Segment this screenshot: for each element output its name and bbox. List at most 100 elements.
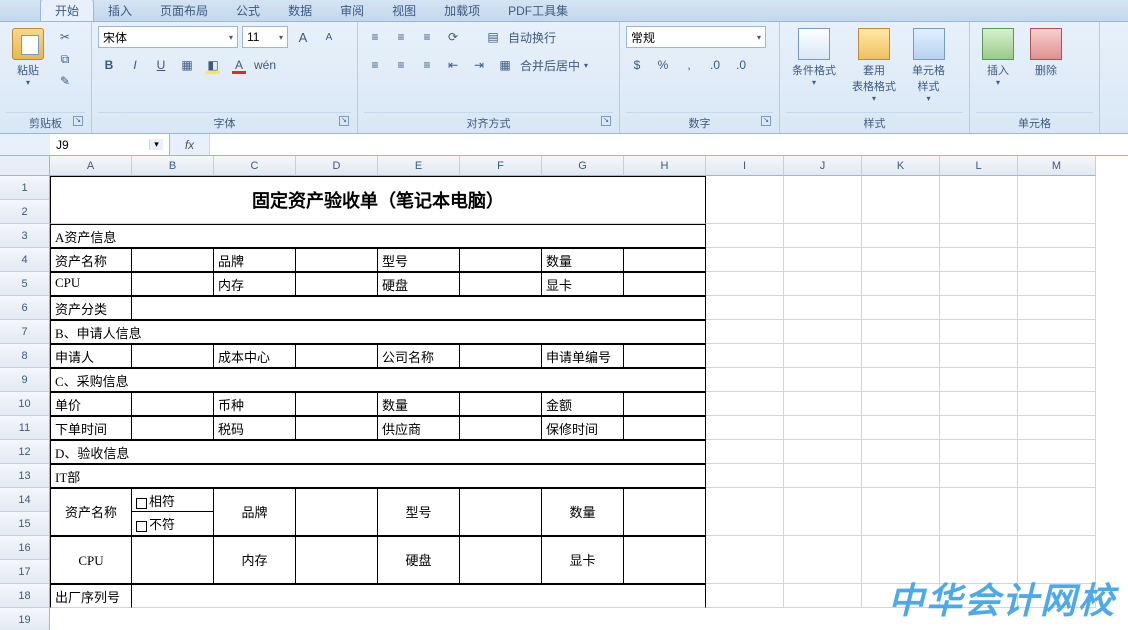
align-top-button[interactable]: ≡ bbox=[364, 26, 386, 48]
col-header-J[interactable]: J bbox=[784, 156, 862, 176]
cell[interactable] bbox=[940, 272, 1018, 296]
align-right-button[interactable]: ≡ bbox=[416, 54, 438, 76]
cell[interactable] bbox=[706, 464, 784, 488]
cell[interactable]: 申请单编号 bbox=[542, 344, 624, 368]
cell[interactable] bbox=[132, 248, 214, 272]
cell[interactable]: D、验收信息 bbox=[50, 440, 706, 464]
cell[interactable]: C、采购信息 bbox=[50, 368, 706, 392]
col-header-C[interactable]: C bbox=[214, 156, 296, 176]
decrease-indent-button[interactable]: ⇤ bbox=[442, 54, 464, 76]
cell[interactable] bbox=[784, 296, 862, 320]
cell[interactable] bbox=[706, 320, 784, 344]
dialog-launcher-icon[interactable]: ↘ bbox=[73, 116, 83, 126]
cell[interactable]: 型号 bbox=[378, 488, 460, 536]
cell[interactable]: 内存 bbox=[214, 272, 296, 296]
col-header-M[interactable]: M bbox=[1018, 156, 1096, 176]
row-header-1[interactable]: 1 bbox=[0, 176, 50, 200]
cell-styles-button[interactable]: 单元格 样式▾ bbox=[906, 26, 951, 105]
cell[interactable] bbox=[784, 392, 862, 416]
row-header-14[interactable]: 14 bbox=[0, 488, 50, 512]
format-table-button[interactable]: 套用 表格格式▾ bbox=[846, 26, 902, 105]
cell[interactable]: 税码 bbox=[214, 416, 296, 440]
font-color-button[interactable]: A bbox=[228, 54, 250, 76]
cell[interactable] bbox=[862, 320, 940, 344]
cell[interactable]: 资产分类 bbox=[50, 296, 132, 320]
currency-button[interactable]: $ bbox=[626, 54, 648, 76]
cell[interactable]: 相符 bbox=[132, 488, 214, 512]
cell[interactable] bbox=[940, 344, 1018, 368]
cell[interactable]: 内存 bbox=[214, 536, 296, 584]
cell[interactable] bbox=[624, 488, 706, 536]
cell[interactable] bbox=[784, 536, 862, 584]
cell[interactable] bbox=[862, 272, 940, 296]
cell[interactable] bbox=[1018, 320, 1096, 344]
cell[interactable] bbox=[862, 176, 940, 224]
cell[interactable] bbox=[460, 536, 542, 584]
tab-页面布局[interactable]: 页面布局 bbox=[146, 0, 222, 21]
col-header-L[interactable]: L bbox=[940, 156, 1018, 176]
col-header-F[interactable]: F bbox=[460, 156, 542, 176]
cell[interactable]: 成本中心 bbox=[214, 344, 296, 368]
cell[interactable] bbox=[132, 392, 214, 416]
font-family-combo[interactable]: 宋体▾ bbox=[98, 26, 238, 48]
cell[interactable]: 品牌 bbox=[214, 248, 296, 272]
cell[interactable] bbox=[784, 272, 862, 296]
format-painter-button[interactable]: ✎ bbox=[54, 70, 76, 92]
col-header-D[interactable]: D bbox=[296, 156, 378, 176]
phonetic-button[interactable]: wén bbox=[254, 54, 276, 76]
cell[interactable] bbox=[460, 272, 542, 296]
cell[interactable] bbox=[784, 320, 862, 344]
row-header-17[interactable]: 17 bbox=[0, 560, 50, 584]
row-header-13[interactable]: 13 bbox=[0, 464, 50, 488]
cell[interactable] bbox=[862, 392, 940, 416]
cell[interactable]: CPU bbox=[50, 536, 132, 584]
cell[interactable] bbox=[784, 416, 862, 440]
cell[interactable] bbox=[624, 392, 706, 416]
cell[interactable] bbox=[862, 488, 940, 536]
paste-button[interactable]: 粘贴 ▾ bbox=[6, 26, 50, 89]
spreadsheet-grid[interactable]: ABCDEFGHIJKLM 12345678910111213141516171… bbox=[0, 156, 1128, 630]
wrap-text-button[interactable]: ▤ bbox=[482, 26, 504, 48]
cell[interactable] bbox=[862, 440, 940, 464]
cell[interactable] bbox=[1018, 296, 1096, 320]
row-header-18[interactable]: 18 bbox=[0, 584, 50, 608]
tab-加载项[interactable]: 加载项 bbox=[430, 0, 494, 21]
cell[interactable] bbox=[784, 584, 862, 608]
cut-button[interactable]: ✂ bbox=[54, 26, 76, 48]
comma-button[interactable]: , bbox=[678, 54, 700, 76]
cell[interactable] bbox=[1018, 344, 1096, 368]
cell[interactable] bbox=[862, 464, 940, 488]
row-header-7[interactable]: 7 bbox=[0, 320, 50, 344]
cell[interactable] bbox=[624, 536, 706, 584]
dialog-launcher-icon[interactable]: ↘ bbox=[339, 116, 349, 126]
cell[interactable]: 公司名称 bbox=[378, 344, 460, 368]
cell[interactable] bbox=[296, 248, 378, 272]
cell[interactable]: 型号 bbox=[378, 248, 460, 272]
cell[interactable]: 单价 bbox=[50, 392, 132, 416]
cell[interactable]: 数量 bbox=[542, 488, 624, 536]
cell[interactable] bbox=[1018, 272, 1096, 296]
fx-icon[interactable]: fx bbox=[170, 134, 210, 155]
formula-input[interactable] bbox=[210, 134, 1128, 155]
orientation-button[interactable]: ⟳ bbox=[442, 26, 464, 48]
row-header-6[interactable]: 6 bbox=[0, 296, 50, 320]
cell[interactable] bbox=[862, 416, 940, 440]
align-left-button[interactable]: ≡ bbox=[364, 54, 386, 76]
cell[interactable]: 品牌 bbox=[214, 488, 296, 536]
cell[interactable]: CPU bbox=[50, 272, 132, 296]
font-size-combo[interactable]: 11▾ bbox=[242, 26, 288, 48]
row-headers[interactable]: 12345678910111213141516171819 bbox=[0, 176, 50, 630]
cell[interactable]: 申请人 bbox=[50, 344, 132, 368]
delete-cells-button[interactable]: 删除 bbox=[1024, 26, 1068, 80]
cell[interactable]: 数量 bbox=[542, 248, 624, 272]
cell[interactable] bbox=[706, 416, 784, 440]
cell[interactable]: 固定资产验收单（笔记本电脑） bbox=[50, 176, 706, 224]
italic-button[interactable]: I bbox=[124, 54, 146, 76]
cell[interactable] bbox=[132, 344, 214, 368]
dialog-launcher-icon[interactable]: ↘ bbox=[601, 116, 611, 126]
cell[interactable] bbox=[460, 344, 542, 368]
col-header-H[interactable]: H bbox=[624, 156, 706, 176]
copy-button[interactable]: ⧉ bbox=[54, 48, 76, 70]
col-header-G[interactable]: G bbox=[542, 156, 624, 176]
cell[interactable] bbox=[296, 536, 378, 584]
